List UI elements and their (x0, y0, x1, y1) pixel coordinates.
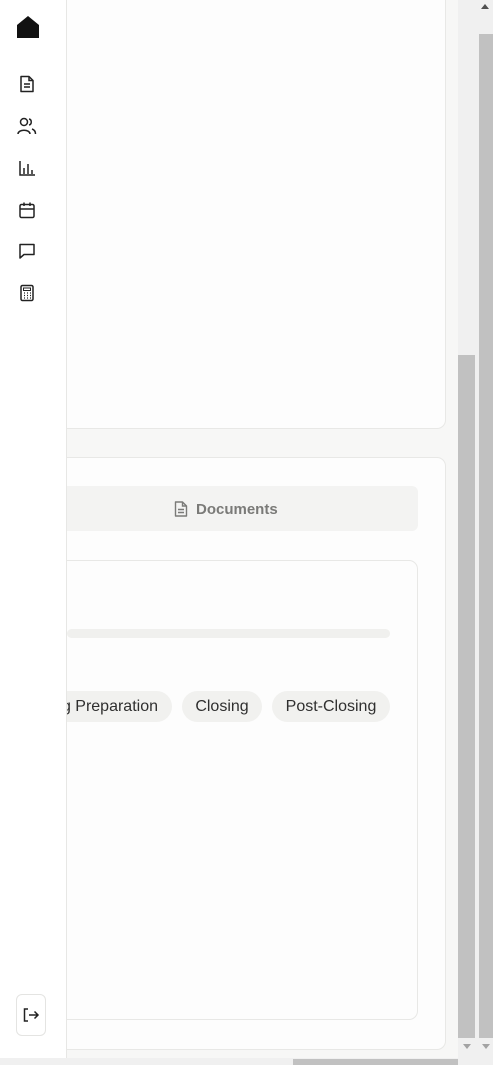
calculator-icon[interactable] (17, 283, 37, 303)
logout-button[interactable] (16, 994, 46, 1036)
calendar-icon[interactable] (17, 200, 37, 220)
stage-label: Closing (195, 697, 249, 715)
stage-pill-closing[interactable]: Closing (182, 691, 262, 722)
home-icon[interactable] (15, 14, 41, 40)
vertical-scrollbar[interactable] (458, 0, 493, 1058)
horizontal-scroll-thumb[interactable] (293, 1059, 458, 1065)
users-icon[interactable] (17, 116, 37, 136)
bar-chart-icon[interactable] (17, 158, 37, 178)
page-scroll-thumb[interactable] (479, 34, 493, 1038)
scroll-down-icon[interactable] (463, 1044, 471, 1049)
logout-icon (23, 1008, 40, 1022)
app-window: Documents g Preparation Closing Post-Clo… (0, 0, 493, 1065)
progress-track (67, 629, 390, 638)
horizontal-scrollbar[interactable] (0, 1058, 493, 1065)
document-icon[interactable] (17, 74, 37, 94)
scroll-down-icon[interactable] (482, 1044, 490, 1049)
message-icon[interactable] (17, 241, 37, 261)
document-icon (174, 501, 188, 517)
sidebar (0, 0, 67, 1058)
scroll-up-icon[interactable] (481, 4, 489, 9)
tab-documents-label: Documents (196, 500, 278, 518)
top-card (67, 0, 446, 429)
stage-pill-post-closing[interactable]: Post-Closing (272, 691, 390, 722)
stage-label: g Preparation (67, 697, 158, 715)
tab-documents[interactable]: Documents (174, 499, 278, 519)
inner-scroll-thumb[interactable] (458, 355, 475, 1038)
main-content: Documents g Preparation Closing Post-Clo… (67, 0, 458, 1058)
stage-label: Post-Closing (285, 697, 377, 715)
stage-pill-preparation[interactable]: g Preparation (67, 691, 172, 722)
